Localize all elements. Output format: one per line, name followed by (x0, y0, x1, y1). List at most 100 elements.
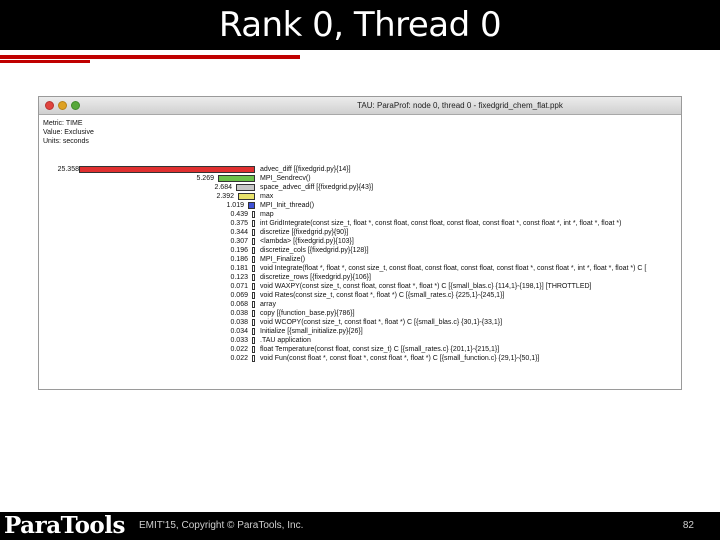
row-bar[interactable] (252, 238, 255, 245)
row-bar[interactable] (238, 193, 255, 200)
row-bar[interactable] (252, 211, 255, 218)
row-bar[interactable] (252, 256, 255, 263)
row-value: 0.439 (230, 211, 248, 218)
row-bar[interactable] (252, 283, 255, 290)
profile-row[interactable]: 0.022 void Fun(const float *, const float… (39, 354, 683, 363)
row-bar[interactable] (252, 274, 255, 281)
profile-row[interactable]: 0.186 MPI_Finalize() (39, 255, 683, 264)
profile-row[interactable]: 0.068 array (39, 300, 683, 309)
profile-row[interactable]: 0.033 .TAU application (39, 336, 683, 345)
row-value: 5.269 (196, 175, 214, 182)
profile-row[interactable]: 0.344 discretize [{fixedgrid.py}{90}] (39, 228, 683, 237)
profile-row[interactable]: 25.358 advec_diff [{fixedgrid.py}{14}] (39, 165, 683, 174)
title-accent-line (0, 55, 300, 59)
row-function-name: .TAU application (260, 337, 311, 344)
row-function-name: discretize_cols [{fixedgrid.py}{128}] (260, 247, 369, 254)
title-accent-line-secondary (0, 60, 90, 63)
row-function-name: array (260, 301, 276, 308)
profile-row[interactable]: 2.684 space_advec_diff [{fixedgrid.py}{43… (39, 183, 683, 192)
row-value: 0.196 (230, 247, 248, 254)
row-function-name: void WCOPY(const size_t, const float *, … (260, 319, 503, 326)
units-line: Units: seconds (43, 138, 89, 145)
paraprof-window: TAU: ParaProf: node 0, thread 0 - fixedg… (38, 96, 682, 390)
row-value: 0.038 (230, 310, 248, 317)
row-function-name: MPI_Finalize() (260, 256, 306, 263)
metric-info: Metric: TIME Value: Exclusive Units: sec… (43, 119, 94, 146)
row-bar[interactable] (252, 328, 255, 335)
row-bar[interactable] (252, 346, 255, 353)
row-bar[interactable] (252, 337, 255, 344)
row-value: 0.375 (230, 220, 248, 227)
row-value: 0.022 (230, 355, 248, 362)
copyright-text: EMIT'15, Copyright © ParaTools, Inc. (139, 520, 304, 531)
row-function-name: <lambda> [{fixedgrid.py}{103}] (260, 238, 354, 245)
row-function-name: MPI_Init_thread() (260, 202, 315, 209)
metric-line: Metric: TIME (43, 120, 83, 127)
row-bar[interactable] (252, 265, 255, 272)
profile-row[interactable]: 0.022 float Temperature(const float, cons… (39, 345, 683, 354)
row-function-name: void Fun(const float *, const float *, c… (260, 355, 540, 362)
row-function-name: void Integrate(float *, float *, const s… (260, 265, 647, 272)
window-title: TAU: ParaProf: node 0, thread 0 - fixedg… (357, 101, 563, 110)
row-function-name: advec_diff [{fixedgrid.py}{14}] (260, 166, 351, 173)
row-function-name: space_advec_diff [{fixedgrid.py}{43}] (260, 184, 374, 191)
row-bar[interactable] (252, 319, 255, 326)
profile-row[interactable]: 5.269 MPI_Sendrecv() (39, 174, 683, 183)
row-value: 0.034 (230, 328, 248, 335)
row-function-name: float Temperature(const float, const siz… (260, 346, 500, 353)
window-titlebar[interactable]: TAU: ParaProf: node 0, thread 0 - fixedg… (39, 97, 681, 115)
profile-row[interactable]: 0.123 discretize_rows [{fixedgrid.py}{106… (39, 273, 683, 282)
row-value: 0.307 (230, 238, 248, 245)
row-value: 0.038 (230, 319, 248, 326)
row-function-name: MPI_Sendrecv() (260, 175, 311, 182)
row-bar[interactable] (252, 229, 255, 236)
profile-row[interactable]: 0.034 Initialize [{small_initialize.py}{2… (39, 327, 683, 336)
profile-row[interactable]: 2.392 max (39, 192, 683, 201)
profile-row[interactable]: 0.181 void Integrate(float *, float *, co… (39, 264, 683, 273)
profile-row[interactable]: 0.375 int GridIntegrate(const size_t, flo… (39, 219, 683, 228)
row-value: 0.181 (230, 265, 248, 272)
row-bar[interactable] (252, 310, 255, 317)
row-value: 2.684 (214, 184, 232, 191)
row-function-name: copy [{function_base.py}{786}] (260, 310, 355, 317)
profile-row[interactable]: 0.038 void WCOPY(const size_t, const floa… (39, 318, 683, 327)
row-function-name: int GridIntegrate(const size_t, float *,… (260, 220, 622, 227)
row-value: 2.392 (216, 193, 234, 200)
row-value: 0.069 (230, 292, 248, 299)
page-number: 82 (682, 520, 694, 531)
profile-row[interactable]: 1.019 MPI_Init_thread() (39, 201, 683, 210)
row-bar[interactable] (79, 166, 255, 173)
row-bar[interactable] (252, 247, 255, 254)
row-value: 1.019 (226, 202, 244, 209)
row-value: 0.068 (230, 301, 248, 308)
row-value: 0.123 (230, 274, 248, 281)
profile-row[interactable]: 0.038 copy [{function_base.py}{786}] (39, 309, 683, 318)
row-function-name: void Rates(const size_t, const float *, … (260, 292, 505, 299)
row-bar[interactable] (252, 292, 255, 299)
row-function-name: map (260, 211, 274, 218)
row-function-name: Initialize [{small_initialize.py}{26}] (260, 328, 363, 335)
row-bar[interactable] (218, 175, 255, 182)
row-bar[interactable] (252, 220, 255, 227)
row-value: 0.344 (230, 229, 248, 236)
row-function-name: void WAXPY(const size_t, const float, co… (260, 283, 592, 290)
row-value: 25.358 (57, 166, 79, 173)
row-bar[interactable] (252, 301, 255, 308)
profile-row[interactable]: 0.307 <lambda> [{fixedgrid.py}{103}] (39, 237, 683, 246)
row-function-name: max (260, 193, 274, 200)
profile-row[interactable]: 0.071 void WAXPY(const size_t, const floa… (39, 282, 683, 291)
paratools-logo: ParaTools (4, 512, 125, 539)
row-value: 0.033 (230, 337, 248, 344)
row-value: 0.186 (230, 256, 248, 263)
row-bar[interactable] (252, 355, 255, 362)
row-function-name: discretize [{fixedgrid.py}{90}] (260, 229, 349, 236)
profile-row[interactable]: 0.439 map (39, 210, 683, 219)
value-line: Value: Exclusive (43, 129, 94, 136)
profile-row[interactable]: 0.069 void Rates(const size_t, const floa… (39, 291, 683, 300)
profile-row[interactable]: 0.196 discretize_cols [{fixedgrid.py}{128… (39, 246, 683, 255)
row-bar[interactable] (236, 184, 255, 191)
slide-title: Rank 0, Thread 0 (218, 5, 502, 45)
row-value: 0.022 (230, 346, 248, 353)
row-bar[interactable] (248, 202, 255, 209)
row-value: 0.071 (230, 283, 248, 290)
